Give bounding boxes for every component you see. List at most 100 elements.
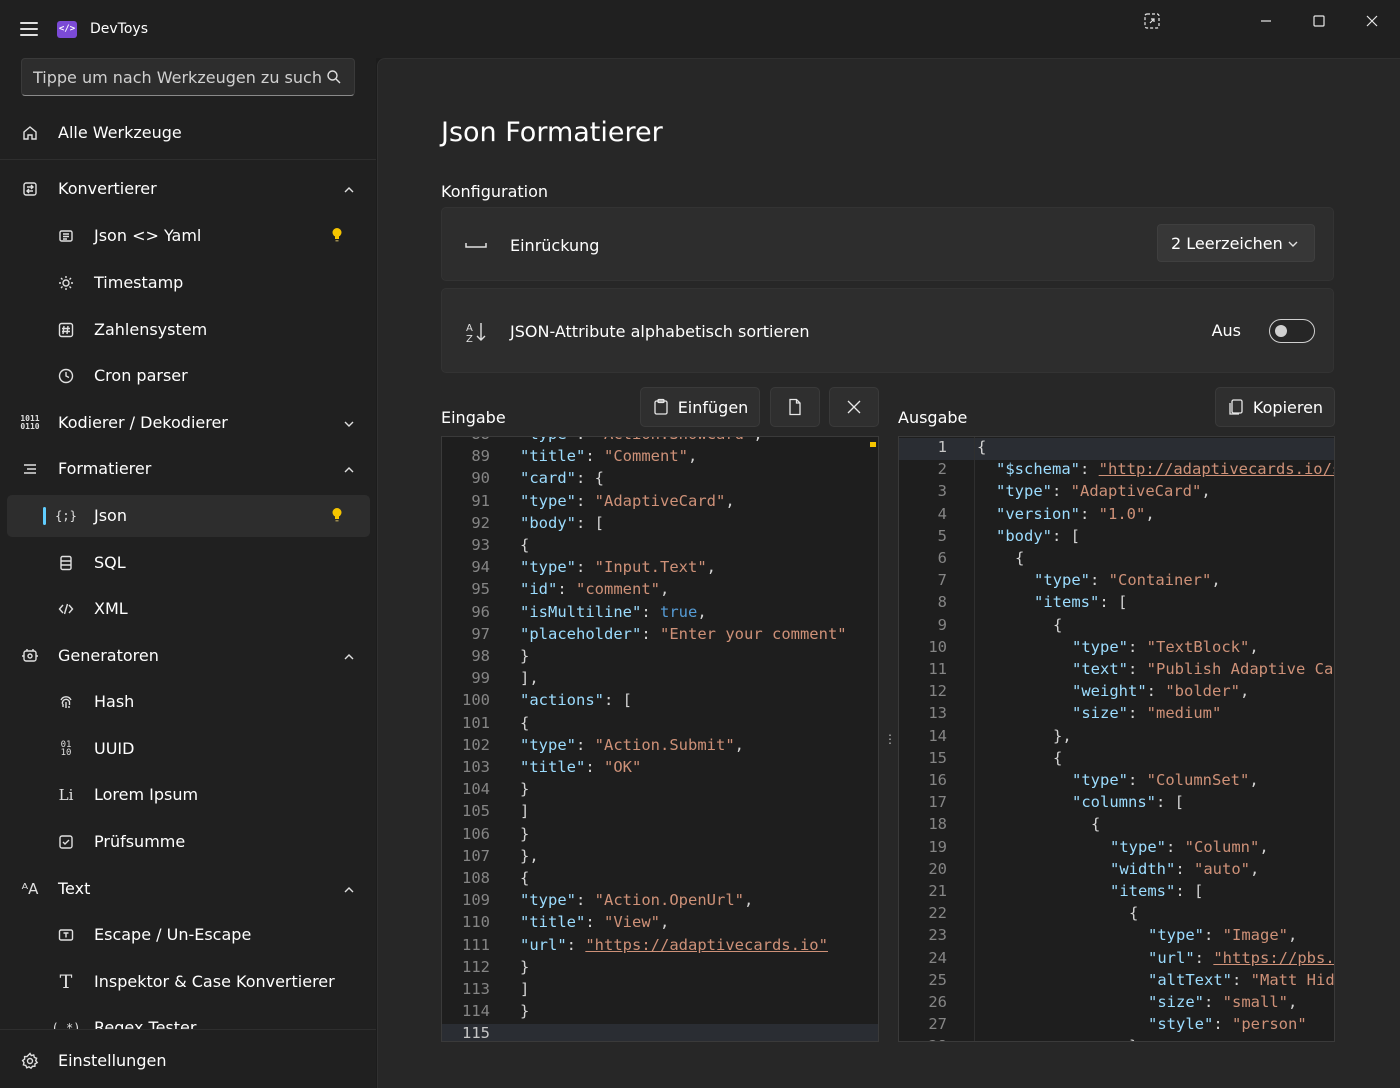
nav-item-timestamp[interactable]: Timestamp [7, 262, 370, 304]
code-line: 108 { [442, 869, 878, 891]
clear-button[interactable] [829, 387, 879, 427]
chevron-up-icon[interactable] [342, 182, 356, 196]
nav-item-lorem-ipsum[interactable]: Li Lorem Ipsum [7, 774, 370, 816]
nav-item-hash[interactable]: Hash [7, 681, 370, 723]
code-line: 20 "width": "auto", [899, 860, 1334, 882]
nav-category-generators[interactable]: Generatoren [7, 635, 370, 677]
code-token: "http://adaptivecards.io/schemas/adaptiv… [1098, 460, 1335, 479]
line-code: }, [1053, 727, 1072, 745]
nav-item-escape[interactable]: Escape / Un-Escape [7, 914, 370, 956]
hash-box-icon [56, 320, 76, 340]
code-token: : [1080, 460, 1099, 479]
search-input[interactable] [33, 66, 321, 88]
output-editor[interactable]: 1{2 "$schema": "http://adaptivecards.io/s… [898, 436, 1335, 1042]
splitter-handle-icon[interactable]: ⋮ [884, 732, 896, 746]
code-line: 13 "size": "medium" [899, 704, 1334, 726]
code-line: 107}, [442, 847, 878, 869]
compact-overlay-icon[interactable] [1129, 8, 1175, 34]
code-token: "OK" [604, 758, 642, 776]
nav-category-encoders[interactable]: 1011 0110 Kodierer / Dekodierer [7, 402, 370, 444]
line-code: ], [520, 669, 539, 687]
code-token: : [1052, 482, 1071, 501]
nav-category-text[interactable]: ᴬA Text [7, 868, 370, 910]
nav-item-sql[interactable]: SQL [7, 542, 370, 584]
code-token: "weight" [1072, 682, 1147, 701]
file-icon [789, 398, 801, 416]
code-token: : [576, 437, 595, 443]
search-box[interactable] [21, 58, 355, 96]
sort-toggle-switch[interactable] [1269, 319, 1315, 343]
code-token: }, [520, 846, 539, 865]
line-code: "card": { [520, 469, 604, 487]
code-token: { [1053, 615, 1063, 634]
chevron-up-icon[interactable] [342, 462, 356, 476]
code-line: 8 "items": [ [899, 593, 1334, 615]
chevron-up-icon[interactable] [342, 649, 356, 663]
code-token: { [1129, 904, 1139, 923]
line-code: { [1129, 904, 1138, 922]
nav-label: Json [94, 506, 127, 525]
code-line: 28} [899, 1037, 1334, 1041]
code-line: 113] [442, 980, 878, 1002]
code-token: "Container" [1108, 571, 1212, 590]
nav-item-json-yaml[interactable]: Json <> Yaml [7, 215, 370, 257]
code-token: "text" [1072, 660, 1128, 678]
line-code: } [520, 780, 529, 798]
copy-icon [1229, 399, 1243, 415]
code-token: , [1201, 482, 1211, 501]
uuid-icon: 01 10 [60, 740, 72, 758]
sort-az-icon: AZ [466, 323, 486, 344]
code-token: : [566, 935, 586, 954]
code-token: : [576, 558, 595, 577]
nav-item-cron-parser[interactable]: Cron parser [7, 355, 370, 397]
nav-item-xml[interactable]: XML [7, 588, 370, 630]
indent-dropdown[interactable]: 2 Leerzeichen [1157, 224, 1315, 262]
nav-settings[interactable]: Einstellungen [7, 1040, 370, 1082]
maximize-icon[interactable] [1296, 8, 1342, 34]
minimize-icon[interactable] [1243, 8, 1289, 34]
line-code: "size": "small", [1148, 993, 1297, 1011]
nav-category-formatters[interactable]: Formatierer [7, 448, 370, 490]
code-token: "View" [604, 913, 660, 932]
checksum-icon [56, 832, 76, 852]
nav-item-json[interactable]: {;} Json [7, 495, 370, 537]
code-token: : [ [1099, 593, 1128, 612]
chevron-down-icon[interactable] [342, 416, 356, 430]
nav-item-inspector[interactable]: T Inspektor & Case Konvertierer [7, 961, 370, 1003]
text-t-icon: T [59, 971, 73, 993]
nav-category-converters[interactable]: Konvertierer [7, 168, 370, 210]
close-icon [847, 400, 861, 414]
input-editor[interactable]: 88 "type": "Action.ShowCard", 89 "title": "… [441, 436, 879, 1042]
code-tag-icon [56, 599, 76, 619]
nav-all-tools[interactable]: Alle Werkzeuge [7, 112, 370, 154]
hamburger-menu-icon[interactable] [20, 22, 38, 36]
nav-item-number-system[interactable]: Zahlensystem [7, 309, 370, 351]
search-icon[interactable] [326, 69, 342, 85]
paste-button[interactable]: Einfügen [640, 387, 760, 427]
copy-button[interactable]: Kopieren [1215, 387, 1335, 427]
indent-setting-card: Einrückung 2 Leerzeichen [441, 207, 1334, 281]
chevron-up-icon[interactable] [342, 882, 356, 896]
chevron-down-icon [1288, 241, 1298, 247]
line-code: "width": "auto", [1110, 860, 1259, 878]
nav-item-regex[interactable]: (.*) Regex Tester [7, 1007, 370, 1029]
code-line: 102 "type": "Action.Submit", [442, 736, 878, 758]
code-token: "https://pbs.twimg.com/profile_images" [1213, 948, 1335, 967]
code-line: 17 "columns": [ [899, 793, 1334, 815]
nav-item-uuid[interactable]: 01 10 UUID [7, 728, 370, 770]
code-token: , [734, 735, 744, 754]
line-number: 1 [937, 438, 947, 456]
close-window-icon[interactable] [1349, 8, 1395, 34]
code-token: }, [1053, 726, 1072, 745]
code-token: : [1204, 926, 1223, 945]
line-number: 24 [928, 948, 947, 967]
nav-label: Text [58, 879, 91, 898]
line-code: ] [520, 802, 529, 820]
regex-icon: (.*) [51, 1021, 81, 1029]
open-file-button[interactable] [770, 387, 820, 427]
nav-item-checksum[interactable]: Prüfsumme [7, 821, 370, 863]
nav-separator [0, 159, 376, 160]
code-token: } [1129, 1037, 1138, 1041]
line-number: 17 [928, 793, 947, 812]
line-number: 25 [928, 970, 947, 989]
